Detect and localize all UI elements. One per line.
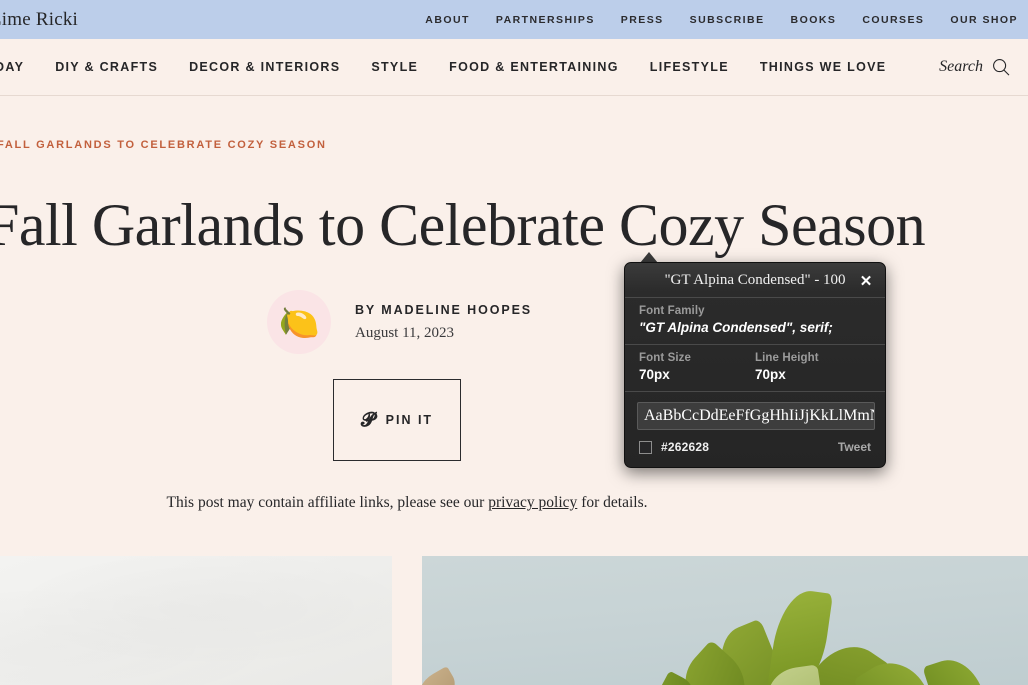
page-title: Fall Garlands to Celebrate Cozy Season (0, 192, 926, 258)
nav-item-things-we-love[interactable]: THINGS WE LOVE (760, 60, 887, 74)
line-height-label: Line Height (755, 352, 819, 364)
affiliate-text-suffix: for details. (577, 494, 648, 511)
lemon-emoji-icon: 🍋 (278, 303, 320, 341)
nav-item-style[interactable]: STYLE (371, 60, 418, 74)
privacy-policy-link[interactable]: privacy policy (488, 494, 577, 511)
byline-date: August 11, 2023 (355, 324, 455, 341)
tweet-link[interactable]: Tweet (838, 440, 871, 454)
font-size-group: Font Size 70px (639, 352, 755, 382)
avatar: 🍋 (267, 290, 331, 354)
popup-footer: #262628 Tweet (625, 436, 885, 454)
nav-item-food-entertaining[interactable]: FOOD & ENTERTAINING (449, 60, 619, 74)
topnav-item-press[interactable]: PRESS (621, 14, 664, 26)
top-utility-bar: Lime Ricki ABOUT PARTNERSHIPS PRESS SUBS… (0, 0, 1028, 39)
font-family-value: "GT Alpina Condensed", serif; (639, 320, 833, 335)
font-family-row: Font Family "GT Alpina Condensed", serif… (625, 298, 885, 345)
color-hex-value[interactable]: #262628 (661, 440, 709, 454)
topnav-item-subscribe[interactable]: SUBSCRIBE (690, 14, 765, 26)
line-height-group: Line Height 70px (755, 352, 871, 382)
pin-it-label: PIN IT (385, 413, 434, 427)
search-icon[interactable] (992, 58, 1010, 76)
main-nav-items: HOLIDAY DIY & CRAFTS DECOR & INTERIORS S… (0, 39, 886, 95)
sample-text-wrap: AaBbCcDdEeFfGgHhIiJjKkLlMmNn (625, 392, 885, 436)
sample-text-value: AaBbCcDdEeFfGgHhIiJjKkLlMmNn (644, 407, 875, 424)
byline-text: BY MADELINE HOOPES August 11, 2023 (355, 303, 532, 342)
font-metrics-row: Font Size 70px Line Height 70px (625, 345, 885, 392)
font-size-value: 70px (639, 367, 670, 382)
font-inspector-popup: "GT Alpina Condensed" - 100 ✕ Font Famil… (624, 262, 886, 468)
nav-item-lifestyle[interactable]: LIFESTYLE (650, 60, 729, 74)
nav-item-diy-crafts[interactable]: DIY & CRAFTS (55, 60, 158, 74)
affiliate-text-prefix: This post may contain affiliate links, p… (166, 494, 489, 511)
site-brand-logo[interactable]: Lime Ricki (0, 9, 78, 31)
nav-item-holiday[interactable]: HOLIDAY (0, 60, 24, 74)
topnav-item-our-shop[interactable]: OUR SHOP (950, 14, 1018, 26)
nav-item-decor-interiors[interactable]: DECOR & INTERIORS (189, 60, 340, 74)
sample-text-input[interactable]: AaBbCcDdEeFfGgHhIiJjKkLlMmNn (637, 402, 875, 430)
topnav-item-books[interactable]: BOOKS (791, 14, 837, 26)
article-image-right (422, 556, 1028, 685)
line-height-value: 70px (755, 367, 786, 382)
byline: 🍋 BY MADELINE HOOPES August 11, 2023 (267, 290, 532, 354)
close-icon[interactable]: ✕ (857, 272, 875, 290)
affiliate-disclosure: This post may contain affiliate links, p… (0, 494, 814, 512)
article-image-left (0, 556, 392, 685)
pinterest-icon: 𝓟 (360, 409, 375, 431)
search-control[interactable]: Search (939, 58, 1010, 76)
popup-title: "GT Alpina Condensed" - 100 (625, 263, 885, 298)
font-family-label: Font Family (639, 305, 705, 317)
pin-it-button[interactable]: 𝓟 PIN IT (333, 379, 461, 461)
breadcrumb[interactable]: FALL GARLANDS TO CELEBRATE COZY SEASON (0, 139, 327, 151)
topnav-item-partnerships[interactable]: PARTNERSHIPS (496, 14, 595, 26)
byline-author[interactable]: BY MADELINE HOOPES (355, 303, 532, 317)
color-swatch-icon[interactable] (639, 440, 652, 454)
main-navigation-bar: HOLIDAY DIY & CRAFTS DECOR & INTERIORS S… (0, 39, 1028, 96)
topnav-item-courses[interactable]: COURSES (862, 14, 924, 26)
top-utility-nav: ABOUT PARTNERSHIPS PRESS SUBSCRIBE BOOKS… (425, 0, 1018, 39)
search-label: Search (939, 58, 983, 75)
font-size-label: Font Size (639, 352, 692, 364)
topnav-item-about[interactable]: ABOUT (425, 14, 470, 26)
